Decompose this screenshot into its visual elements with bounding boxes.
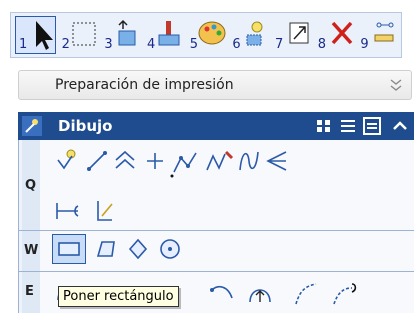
tool-measure-button[interactable]: 9 — [356, 16, 397, 54]
tool-number: 1 — [19, 37, 28, 52]
curve-icon[interactable] — [236, 148, 262, 174]
circle-icon[interactable] — [156, 236, 184, 262]
row-key-e: E — [22, 272, 40, 313]
print-preparation-section[interactable]: Preparación de impresión — [18, 70, 412, 100]
row-key-label: E — [25, 284, 34, 299]
rectangle-icon — [58, 242, 80, 256]
tool-palette-button[interactable]: 5 — [186, 16, 227, 54]
main-toolbar: 1 2 3 4 5 6 7 8 9 — [10, 12, 402, 58]
point-crosshair-icon[interactable] — [142, 148, 168, 174]
place-active-point-icon[interactable] — [54, 148, 80, 174]
tool-number: 2 — [61, 37, 70, 52]
panel-view-icon[interactable] — [362, 116, 382, 136]
panel-title: Dibujo — [58, 117, 113, 135]
orphan-cell-icon[interactable] — [124, 236, 152, 262]
multi-line-icon[interactable] — [264, 148, 290, 174]
tool-selection-rect-button[interactable]: 2 — [58, 16, 99, 54]
collapse-chevron-up-icon[interactable] — [390, 116, 410, 136]
tool-move-button[interactable]: 3 — [100, 16, 141, 54]
tool-delete-button[interactable]: 8 — [314, 16, 355, 54]
arc-tangent-icon[interactable] — [292, 280, 320, 306]
chevron-down-icon[interactable] — [389, 77, 403, 93]
row-key-label: Q — [25, 178, 37, 193]
tool-number: 3 — [104, 37, 113, 52]
smart-line-icon[interactable] — [170, 148, 200, 178]
row-key-q: Q — [22, 140, 40, 230]
tool-number: 7 — [275, 37, 284, 52]
construction-line-icon[interactable] — [90, 198, 118, 224]
tool-number: 8 — [317, 37, 326, 52]
place-rectangle-button[interactable] — [52, 234, 86, 264]
list-view-icon[interactable] — [338, 116, 358, 136]
row-key-w: W — [22, 231, 40, 271]
parallel-chevrons-icon[interactable] — [112, 148, 138, 174]
tool-select-button[interactable]: 1 — [15, 16, 56, 54]
tool-scale-button[interactable]: 7 — [271, 16, 312, 54]
line-icon[interactable] — [84, 148, 110, 174]
tool-explode-button[interactable]: 6 — [228, 16, 269, 54]
row-key-label: W — [24, 243, 39, 258]
section-label: Preparación de impresión — [55, 77, 234, 93]
arc-center-icon[interactable] — [246, 280, 274, 306]
modify-arc-icon[interactable] — [330, 280, 360, 306]
drawing-tool-icon — [22, 116, 42, 136]
tooltip: Poner rectángulo — [58, 286, 179, 307]
tool-number: 9 — [360, 37, 369, 52]
grid-view-icon[interactable] — [314, 116, 334, 136]
arc-by-edge-icon[interactable] — [208, 280, 236, 306]
tool-number: 5 — [189, 37, 198, 52]
tool-number: 6 — [232, 37, 241, 52]
tool-number: 4 — [147, 37, 156, 52]
dimension-icon[interactable] — [54, 198, 82, 224]
tool-brush-button[interactable]: 4 — [143, 16, 184, 54]
freehand-pencil-icon[interactable] — [204, 148, 234, 174]
shape-polygon-icon[interactable] — [92, 236, 120, 262]
drawing-panel-header: Dibujo — [18, 112, 414, 140]
